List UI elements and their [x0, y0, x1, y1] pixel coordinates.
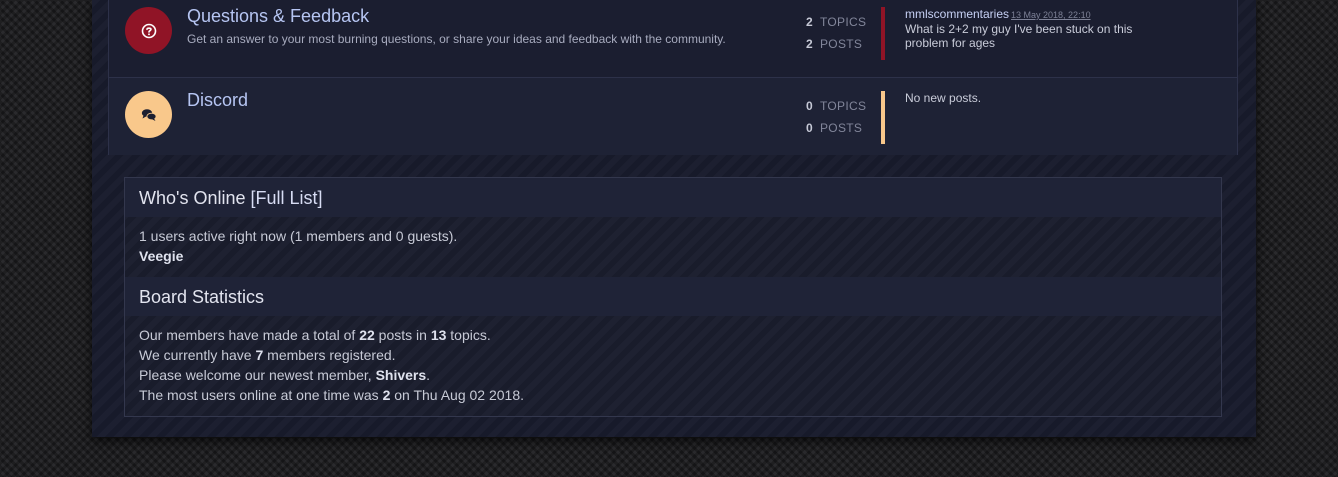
topics-label: TOPICS — [820, 15, 867, 29]
forum-panel: Questions & Feedback Get an answer to yo… — [92, 0, 1256, 437]
accent-divider — [881, 7, 885, 60]
topics-count: 0 TOPICS — [806, 99, 866, 113]
question-circle-icon — [125, 7, 172, 54]
newest-member-link[interactable]: Shivers — [376, 367, 427, 383]
last-post-user-link[interactable]: mmlscommentaries — [905, 7, 1009, 21]
last-post-date[interactable]: 13 May 2018, 22:10 — [1011, 10, 1091, 20]
forum-description: Get an answer to your most burning quest… — [187, 32, 726, 46]
last-post-title[interactable]: What is 2+2 my guy I've been stuck on th… — [905, 22, 1132, 50]
posts-number: 2 — [806, 37, 813, 51]
topics-label: TOPICS — [820, 99, 867, 113]
forum-title-link[interactable]: Questions & Feedback — [187, 6, 369, 27]
stats-line-newest: Please welcome our newest member, Shiver… — [139, 367, 431, 383]
forum-row-discord: Discord 0 TOPICS 0 POSTS No new posts. — [109, 78, 1237, 155]
total-posts: 22 — [359, 327, 375, 343]
posts-count: 0 POSTS — [806, 121, 862, 135]
whos-online-heading: Who's Online [Full List] — [125, 178, 1221, 217]
online-summary: 1 users active right now (1 members and … — [139, 228, 458, 244]
no-new-posts: No new posts. — [905, 91, 982, 105]
board-stats-box: Who's Online [Full List] 1 users active … — [124, 177, 1222, 417]
full-list-link[interactable]: [Full List] — [251, 188, 323, 208]
last-post: mmlscommentaries 13 May 2018, 22:10 What … — [905, 7, 1165, 50]
board-statistics-heading: Board Statistics — [125, 277, 1221, 316]
posts-count: 2 POSTS — [806, 37, 862, 51]
topics-count: 2 TOPICS — [806, 15, 866, 29]
stats-line-posts: Our members have made a total of 22 post… — [139, 327, 491, 343]
whos-online-title: Who's Online — [139, 188, 246, 208]
forum-row-questions-feedback: Questions & Feedback Get an answer to yo… — [109, 0, 1237, 78]
posts-label: POSTS — [820, 121, 863, 135]
accent-divider — [881, 91, 885, 144]
stats-line-members: We currently have 7 members registered. — [139, 347, 396, 363]
board-statistics-body: Our members have made a total of 22 post… — [139, 325, 524, 405]
whos-online-body: 1 users active right now (1 members and … — [139, 226, 457, 266]
topics-number: 0 — [806, 99, 813, 113]
total-topics: 13 — [430, 327, 447, 343]
stats-line-record: The most users online at one time was 2 … — [139, 387, 524, 403]
online-member-link[interactable]: Veegie — [139, 246, 457, 266]
forum-list: Questions & Feedback Get an answer to yo… — [108, 0, 1238, 155]
topics-number: 2 — [806, 15, 813, 29]
forum-title-link[interactable]: Discord — [187, 90, 248, 111]
chat-bubbles-icon — [125, 91, 172, 138]
posts-label: POSTS — [820, 37, 863, 51]
posts-number: 0 — [806, 121, 813, 135]
